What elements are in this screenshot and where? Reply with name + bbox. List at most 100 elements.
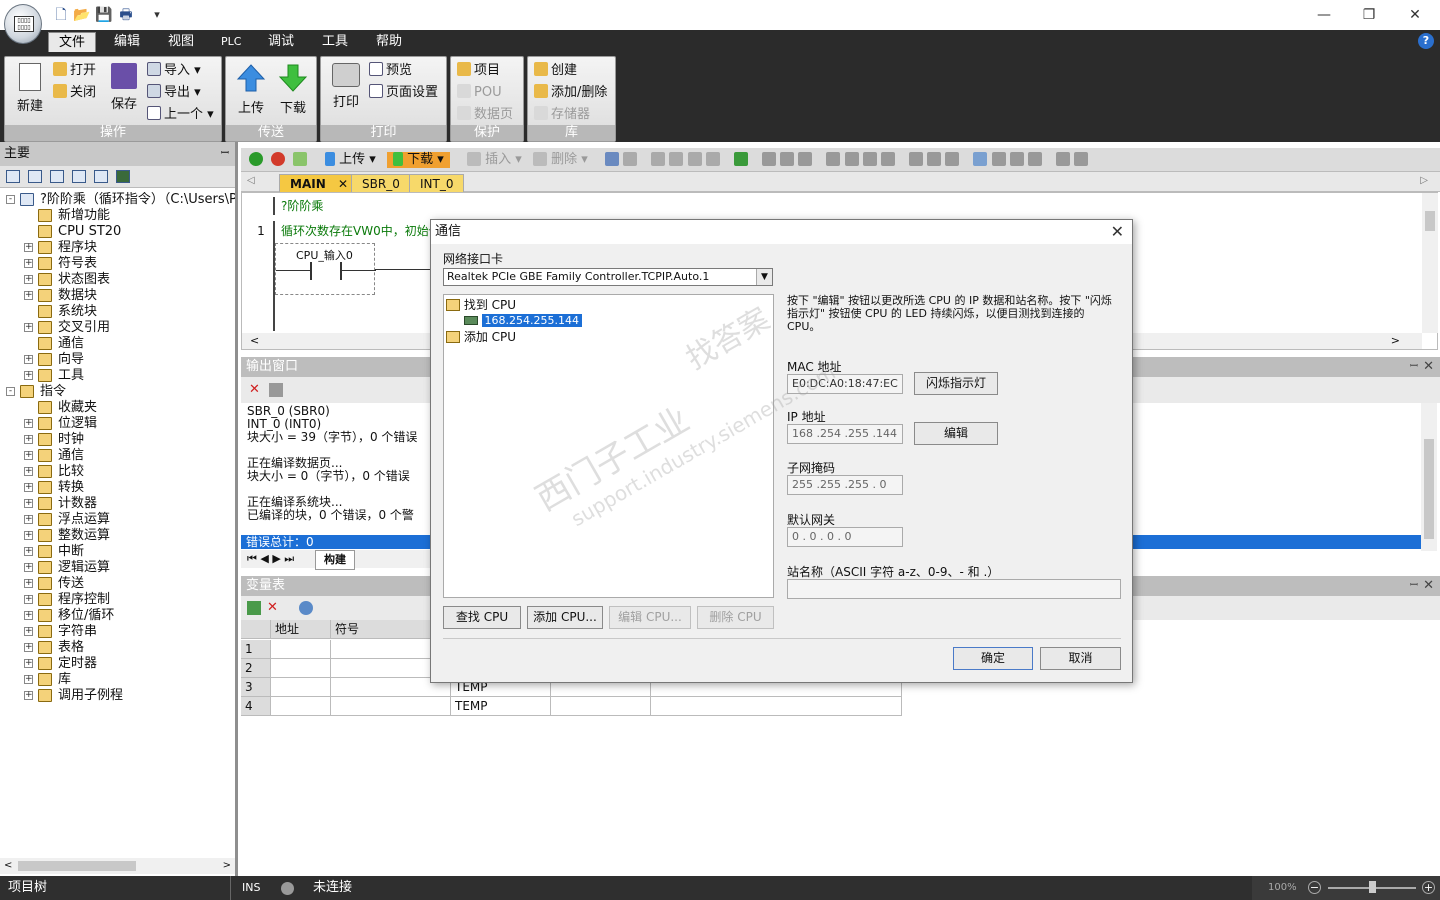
tree-node[interactable]: + 符号表 <box>0 256 235 272</box>
contact-cell[interactable]: CPU_输入0 <box>275 243 376 295</box>
pin-icon[interactable]: ꟷ <box>221 142 229 166</box>
add-delete-library-button[interactable]: 添加/删除 <box>534 83 607 103</box>
pou-comment-icon[interactable] <box>1055 152 1070 166</box>
save-button[interactable]: 保存 <box>103 61 145 123</box>
tree-node[interactable]: 新增功能 <box>0 208 235 224</box>
expand-icon[interactable]: + <box>24 515 33 524</box>
new-button[interactable]: 新建 <box>9 61 51 123</box>
expand-icon[interactable]: + <box>24 451 33 460</box>
expand-icon[interactable]: + <box>24 675 33 684</box>
expand-icon[interactable]: + <box>24 355 33 364</box>
print-icon[interactable]: 🖶 <box>117 6 135 24</box>
tab-debug[interactable]: 调试 <box>258 32 304 52</box>
expand-icon[interactable]: + <box>24 371 33 380</box>
scroll-left-icon[interactable]: < <box>250 334 259 347</box>
open-icon[interactable]: 📂 <box>73 6 91 24</box>
goto-icon[interactable] <box>733 152 748 166</box>
expand-icon[interactable]: + <box>24 643 33 652</box>
subnet-field[interactable]: 255 .255 .255 . 0 <box>787 475 903 495</box>
preview-button[interactable]: 预览 <box>369 61 412 81</box>
contact-icon[interactable] <box>908 152 923 166</box>
blink-led-button[interactable]: 闪烁指示灯 <box>914 372 998 395</box>
help-icon[interactable]: ? <box>1418 33 1434 49</box>
found-cpu-node[interactable]: 找到 CPU <box>446 297 516 313</box>
expand-icon[interactable]: + <box>24 499 33 508</box>
expand-icon[interactable]: + <box>24 435 33 444</box>
new-icon[interactable]: 🗋 <box>52 6 70 24</box>
tab-tools[interactable]: 工具 <box>312 32 358 52</box>
delete-cpu-button[interactable]: 删除 CPU <box>697 606 774 629</box>
gateway-field[interactable]: 0 . 0 . 0 . 0 <box>787 527 903 547</box>
cancel-button[interactable]: 取消 <box>1040 647 1121 670</box>
tree-node[interactable]: CPU ST20 <box>0 224 235 240</box>
tab-close-icon[interactable]: ✕ <box>338 177 348 191</box>
tree-node[interactable]: + 数据块 <box>0 288 235 304</box>
tree-node[interactable]: + 程序控制 <box>0 592 235 608</box>
clear-bookmark-icon[interactable] <box>705 152 720 166</box>
lock-icon[interactable] <box>761 152 776 166</box>
editor-download-button[interactable]: 下载 ▾ <box>387 152 450 168</box>
data-block-icon[interactable] <box>72 170 86 183</box>
tab-int0[interactable]: INT_0 <box>409 174 465 192</box>
tree-node[interactable]: + 表格 <box>0 640 235 656</box>
find-cpu-button[interactable]: 查找 CPU <box>443 606 521 629</box>
print-button[interactable]: 打印 <box>325 61 367 123</box>
editor-upload-button[interactable]: 上传 ▾ <box>325 152 376 168</box>
next-bookmark-icon[interactable] <box>687 152 702 166</box>
table-row-number[interactable]: 3 <box>241 678 271 697</box>
pin-icon[interactable]: ꟷ <box>1410 357 1418 377</box>
delete-row-icon[interactable]: ✕ <box>267 600 278 615</box>
expand-icon[interactable]: + <box>24 627 33 636</box>
protect-pou-button[interactable]: POU <box>457 83 502 103</box>
export-button[interactable]: 导出 ▾ <box>147 83 201 103</box>
tab-help[interactable]: 帮助 <box>366 32 412 52</box>
table-cell[interactable] <box>551 697 651 716</box>
pin-icon[interactable]: ꟷ <box>1410 576 1418 596</box>
close-project-button[interactable]: 关闭 <box>53 83 96 103</box>
collapse-icon[interactable]: - <box>6 195 15 204</box>
tree-node[interactable]: + 整数运算 <box>0 528 235 544</box>
dropdown-arrow-icon[interactable]: ▼ <box>756 269 772 285</box>
tree-node[interactable]: + 交叉引用 <box>0 320 235 336</box>
tree-node[interactable]: + 通信 <box>0 448 235 464</box>
tree-node[interactable]: + 调用子例程 <box>0 688 235 704</box>
output-vertical-scrollbar[interactable] <box>1421 403 1437 551</box>
open-button[interactable]: 打开 <box>53 61 96 81</box>
ip-field[interactable]: 168 .254 .255 .144 <box>787 424 903 444</box>
tree-node[interactable]: + 浮点运算 <box>0 512 235 528</box>
tree-node[interactable]: + 移位/循环 <box>0 608 235 624</box>
system-block-icon[interactable] <box>94 170 108 183</box>
insert-button[interactable]: 插入 ▾ <box>467 152 522 168</box>
expand-icon[interactable]: + <box>24 595 33 604</box>
bookmark-icon[interactable] <box>651 152 666 166</box>
scroll-thumb[interactable] <box>1425 211 1435 231</box>
station-name-field[interactable] <box>787 579 1121 599</box>
tree-node[interactable]: + 传送 <box>0 576 235 592</box>
tree-node[interactable]: 收藏夹 <box>0 400 235 416</box>
close-icon[interactable]: ✕ <box>1423 576 1434 596</box>
create-library-button[interactable]: 创建 <box>534 61 577 81</box>
tree-node[interactable]: 系统块 <box>0 304 235 320</box>
zoom-slider-thumb[interactable] <box>1369 881 1376 893</box>
scroll-right-icon[interactable]: > <box>1391 334 1400 347</box>
zoom-out-icon[interactable]: − <box>1308 881 1321 894</box>
symbol-table-icon[interactable] <box>28 170 42 183</box>
tree-node[interactable]: + 程序块 <box>0 240 235 256</box>
tabs-scroll-right-icon[interactable]: ▷ <box>1420 175 1428 186</box>
branch-down-icon[interactable] <box>844 152 859 166</box>
network-icon[interactable] <box>605 152 619 166</box>
ok-button[interactable]: 确定 <box>953 647 1033 670</box>
tab-sbr0[interactable]: SBR_0 <box>351 174 411 192</box>
expand-icon[interactable]: + <box>24 467 33 476</box>
tab-main[interactable]: MAIN ✕ <box>279 174 359 192</box>
status-chart-icon[interactable] <box>50 170 64 183</box>
table-row-number[interactable]: 2 <box>241 659 271 678</box>
save-icon[interactable]: 💾 <box>95 6 113 24</box>
qat-dropdown[interactable]: ▾ <box>148 6 166 24</box>
scroll-left-icon[interactable]: < <box>4 860 12 871</box>
add-cpu-node[interactable]: 添加 CPU <box>446 329 516 345</box>
table-row-number[interactable]: 1 <box>241 640 271 659</box>
box-icon[interactable] <box>945 152 960 166</box>
close-button[interactable]: ✕ <box>1395 4 1435 26</box>
upload-button[interactable]: 上传 <box>230 61 272 123</box>
